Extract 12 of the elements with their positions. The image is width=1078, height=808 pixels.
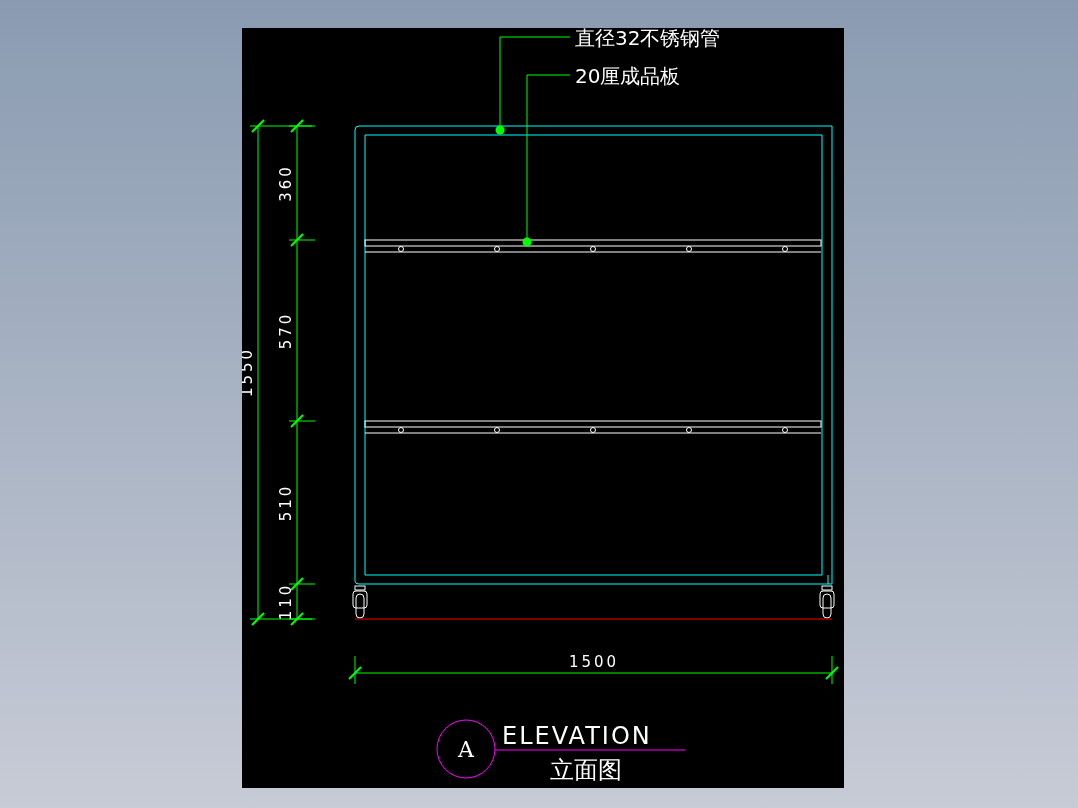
caster-wheel-icon xyxy=(352,585,368,619)
dimension-text: 1500 xyxy=(568,653,620,671)
view-subtitle: 立面图 xyxy=(550,756,622,784)
dimension-text: 110 xyxy=(277,582,295,621)
dimension-text: 570 xyxy=(277,311,295,350)
view-marker-letter: A xyxy=(458,737,474,762)
view-title: ELEVATION xyxy=(502,722,652,750)
caster-wheel-icon xyxy=(819,585,835,619)
dimension-text: 360 xyxy=(277,164,295,202)
leader-label: 20厘成品板 xyxy=(575,64,681,88)
leader-label: 直径32不锈钢管 xyxy=(575,28,721,50)
dimension-text: 510 xyxy=(277,483,295,522)
